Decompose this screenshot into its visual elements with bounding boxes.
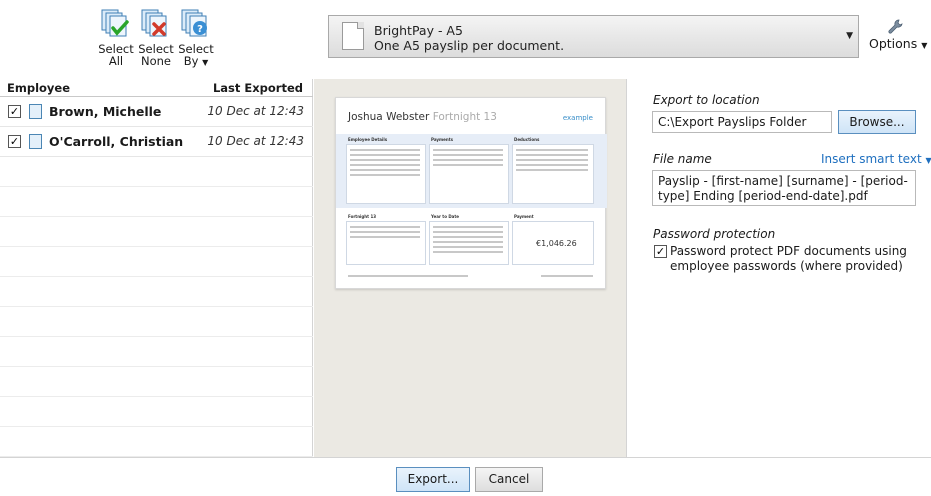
employee-name: Brown, Michelle [49, 104, 162, 119]
list-header: Employee Last Exported [0, 79, 313, 97]
payslip-thumbnail: Joshua Webster Fortnight 13 example Empl… [335, 97, 607, 289]
export-button[interactable]: Export... [396, 467, 470, 492]
table-row[interactable]: ✓ O'Carroll, Christian 10 Dec at 12:43 [0, 127, 313, 157]
preview-line [433, 154, 503, 156]
chevron-down-icon: ▼ [202, 58, 209, 67]
employee-name: O'Carroll, Christian [49, 134, 184, 149]
password-protection-label: Password protection [653, 227, 776, 241]
preview-box [512, 144, 594, 204]
empty-row [0, 187, 313, 217]
preview-line [516, 169, 588, 171]
preview-section: Employee Details [348, 137, 388, 142]
options-label: Options ▼ [869, 36, 928, 51]
browse-button[interactable]: Browse... [838, 110, 916, 134]
column-last-exported[interactable]: Last Exported [213, 81, 303, 95]
preview-line [350, 236, 420, 238]
insert-smart-text-link[interactable]: Insert smart text ▼ [821, 152, 931, 166]
preview-line [350, 154, 420, 156]
empty-row [0, 307, 313, 337]
table-row[interactable]: ✓ Brown, Michelle 10 Dec at 12:43 [0, 97, 313, 127]
document-icon [342, 22, 364, 50]
preview-line [516, 149, 588, 151]
file-name-label: File name [653, 152, 712, 166]
export-payslips-window: Select All Select None ? Select By ▼ Bri… [0, 0, 931, 496]
chevron-down-icon: ▼ [846, 31, 853, 41]
preview-line [433, 246, 503, 248]
template-dropdown[interactable]: BrightPay - A5 One A5 payslip per docume… [328, 15, 859, 58]
preview-line [350, 231, 420, 233]
preview-net-amount: €1,046.26 [536, 239, 577, 248]
payslip-doc-icon [29, 134, 42, 149]
preview-line [350, 174, 420, 176]
preview-line [433, 159, 503, 161]
preview-box [429, 144, 509, 204]
preview-line [433, 231, 503, 233]
preview-line [433, 164, 503, 166]
empty-row [0, 427, 313, 457]
payslip-doc-icon [29, 104, 42, 119]
preview-line [350, 164, 420, 166]
preview-section: Deductions [514, 137, 540, 142]
preview-logo: example [562, 114, 593, 122]
payslip-preview-pane: Joshua Webster Fortnight 13 example Empl… [314, 79, 627, 457]
svg-text:?: ? [197, 24, 203, 35]
preview-line [350, 169, 420, 171]
preview-line [433, 251, 503, 253]
password-protect-label[interactable]: Password protect PDF documents using emp… [670, 244, 910, 274]
preview-line [433, 149, 503, 151]
select-none-button[interactable]: Select None [136, 8, 176, 67]
preview-section: Year to Date [431, 214, 460, 219]
preview-section: Payments [431, 137, 454, 142]
docs-check-icon [101, 9, 129, 37]
empty-row [0, 217, 313, 247]
template-description: One A5 payslip per document. [374, 38, 565, 53]
preview-section: Fortnight 13 [348, 214, 377, 219]
empty-row [0, 247, 313, 277]
preview-line [350, 159, 420, 161]
template-name: BrightPay - A5 [374, 23, 463, 38]
row-checkbox[interactable]: ✓ [8, 135, 21, 148]
preview-line [433, 241, 503, 243]
column-employee[interactable]: Employee [7, 81, 70, 95]
row-checkbox[interactable]: ✓ [8, 105, 21, 118]
chevron-down-icon: ▼ [921, 41, 928, 50]
preview-line [433, 236, 503, 238]
chevron-down-icon: ▼ [925, 156, 931, 165]
export-location-label: Export to location [653, 93, 760, 107]
preview-line [516, 164, 588, 166]
preview-employee-name: Joshua Webster Fortnight 13 [348, 111, 497, 123]
options-button[interactable]: Options ▼ [866, 18, 928, 54]
password-protect-checkbox[interactable]: ✓ [654, 245, 667, 258]
employee-list: Employee Last Exported ✓ Brown, Michelle… [0, 79, 313, 457]
empty-row [0, 367, 313, 397]
empty-row [0, 157, 313, 187]
preview-line [516, 159, 588, 161]
empty-row [0, 337, 313, 367]
preview-footer-line [541, 275, 593, 277]
preview-line [350, 226, 420, 228]
select-by-label: Select By ▼ [178, 42, 214, 68]
last-exported: 10 Dec at 12:43 [207, 104, 304, 118]
preview-footer-line [348, 275, 468, 277]
wrench-icon [888, 19, 903, 34]
export-location-field[interactable]: C:\Export Payslips Folder [652, 111, 832, 133]
file-name-field[interactable]: Payslip - [first-name] [surname] - [peri… [652, 170, 916, 206]
select-all-button[interactable]: Select All [96, 8, 136, 67]
select-by-button[interactable]: ? Select By ▼ [176, 8, 216, 69]
select-none-label: Select None [138, 42, 174, 68]
docs-question-icon: ? [181, 9, 207, 37]
preview-line [433, 226, 503, 228]
cancel-button[interactable]: Cancel [475, 467, 543, 492]
preview-line [516, 154, 588, 156]
empty-row [0, 397, 313, 427]
docs-cross-icon [141, 9, 167, 37]
preview-line [350, 149, 420, 151]
preview-section: Payment [514, 214, 534, 219]
select-all-label: Select All [98, 42, 134, 68]
empty-row [0, 277, 313, 307]
last-exported: 10 Dec at 12:43 [207, 134, 304, 148]
